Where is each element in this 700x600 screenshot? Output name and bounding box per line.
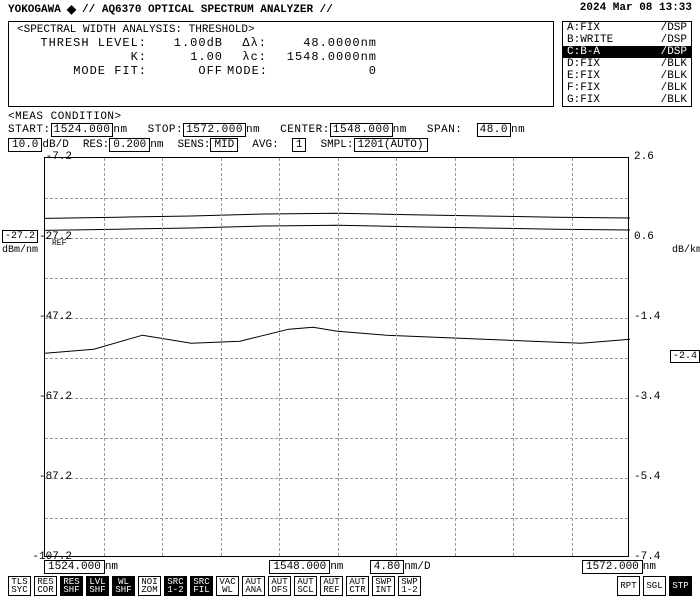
- y-left-tick: -27.2: [32, 231, 72, 243]
- analysis-panel: <SPECTRAL WIDTH ANALYSIS: THRESHOLD> THR…: [8, 21, 554, 107]
- softkey-swp-1-2[interactable]: SWP1-2: [398, 576, 421, 596]
- softkey-res-shf[interactable]: RESSHF: [60, 576, 83, 596]
- softkey-swp-int[interactable]: SWPINT: [372, 576, 395, 596]
- y-left-tick: -67.2: [32, 391, 72, 403]
- param-sens[interactable]: SENS:MID: [177, 139, 238, 151]
- trace-row[interactable]: A:FIX/DSP: [563, 22, 691, 34]
- softkey-aut-ctr[interactable]: AUTCTR: [346, 576, 369, 596]
- device-title: // AQ6370 OPTICAL SPECTRUM ANALYZER //: [82, 4, 333, 16]
- trace-row[interactable]: F:FIX/BLK: [563, 82, 691, 94]
- softkey-lvl-shf[interactable]: LVLSHF: [86, 576, 109, 596]
- softkey-aut-ofs[interactable]: AUTOFS: [268, 576, 291, 596]
- softkey-stp[interactable]: STP: [669, 576, 692, 596]
- softkey-aut-ana[interactable]: AUTANA: [242, 576, 265, 596]
- brand-diamond-icon: ◆: [67, 2, 76, 17]
- param-avg[interactable]: AVG: 1: [252, 139, 306, 151]
- param-res[interactable]: RES:0.200nm: [83, 139, 164, 151]
- y-right-tick: 2.6: [634, 151, 674, 163]
- trace-row[interactable]: B:WRITE/DSP: [563, 34, 691, 46]
- left-unit: dBm/nm: [2, 245, 38, 256]
- softkey-row: TLSSYCRESCORRESSHFLVLSHFWLSHFNOIZOMSRC1-…: [0, 573, 700, 599]
- y-right-tick: 0.6: [634, 231, 674, 243]
- softkey-vac-wl[interactable]: VACWL: [216, 576, 239, 596]
- param-smpl[interactable]: SMPL:1201(AUTO): [320, 139, 427, 151]
- y-left-tick: -7.2: [32, 151, 72, 163]
- plot-container: -27.2 dBm/nm REF -2.4 dB/km -7.2-27.2-47…: [44, 157, 662, 557]
- right-unit: dB/km: [672, 245, 700, 256]
- softkey-wl-shf[interactable]: WLSHF: [112, 576, 135, 596]
- softkey-src-1-2[interactable]: SRC1-2: [164, 576, 187, 596]
- y-right-tick: -1.4: [634, 311, 674, 323]
- trace-row[interactable]: E:FIX/BLK: [563, 70, 691, 82]
- analysis-row: MODE FIT:OFFMODE:0: [17, 64, 545, 78]
- analysis-row: THRESH LEVEL:1.00dBΔλ:48.0000nm: [17, 36, 545, 50]
- softkey-tls-syc[interactable]: TLSSYC: [8, 576, 31, 596]
- trace-row[interactable]: G:FIX/BLK: [563, 94, 691, 106]
- softkey-src-fil[interactable]: SRCFIL: [190, 576, 213, 596]
- softkey-res-cor[interactable]: RESCOR: [34, 576, 57, 596]
- analysis-row: K:1.00λc:1548.0000nm: [17, 50, 545, 64]
- datetime: 2024 Mar 08 13:33: [580, 2, 692, 17]
- analysis-title: <SPECTRAL WIDTH ANALYSIS: THRESHOLD>: [17, 24, 545, 36]
- y-left-tick: -47.2: [32, 311, 72, 323]
- y-left-tick: -107.2: [32, 551, 72, 563]
- softkey-sgl[interactable]: SGL: [643, 576, 666, 596]
- softkey-aut-ref[interactable]: AUTREF: [320, 576, 343, 596]
- meas-span: SPAN: 48.0nm: [427, 123, 525, 137]
- softkey-rpt[interactable]: RPT: [617, 576, 640, 596]
- y-right-tick: -3.4: [634, 391, 674, 403]
- trace-list[interactable]: A:FIX/DSPB:WRITE/DSPC:B-A/DSPD:FIX/BLKE:…: [562, 21, 692, 107]
- x-axis-readout: 1524.000nm 1548.000nm 4.80nm/D 1572.000n…: [0, 561, 700, 573]
- y-right-tick: -7.4: [634, 551, 674, 563]
- param-dbdiv[interactable]: 10.0dB/D: [8, 139, 69, 151]
- trace-row[interactable]: C:B-A/DSP: [563, 46, 691, 58]
- plot-area[interactable]: [44, 157, 629, 557]
- softkey-aut-scl[interactable]: AUTSCL: [294, 576, 317, 596]
- meas-stop: STOP:1572.000nm: [148, 123, 261, 137]
- meas-start: START:1524.000nm: [8, 123, 128, 137]
- header-bar: YOKOGAWA ◆ // AQ6370 OPTICAL SPECTRUM AN…: [0, 0, 700, 19]
- trace-row[interactable]: D:FIX/BLK: [563, 58, 691, 70]
- right-ref-box: -2.4: [670, 350, 700, 363]
- y-left-tick: -87.2: [32, 471, 72, 483]
- meas-center: CENTER:1548.000nm: [280, 123, 407, 137]
- softkey-noi-zom[interactable]: NOIZOM: [138, 576, 161, 596]
- meas-title: <MEAS CONDITION>: [8, 111, 692, 123]
- brand: YOKOGAWA: [8, 4, 61, 16]
- y-right-tick: -5.4: [634, 471, 674, 483]
